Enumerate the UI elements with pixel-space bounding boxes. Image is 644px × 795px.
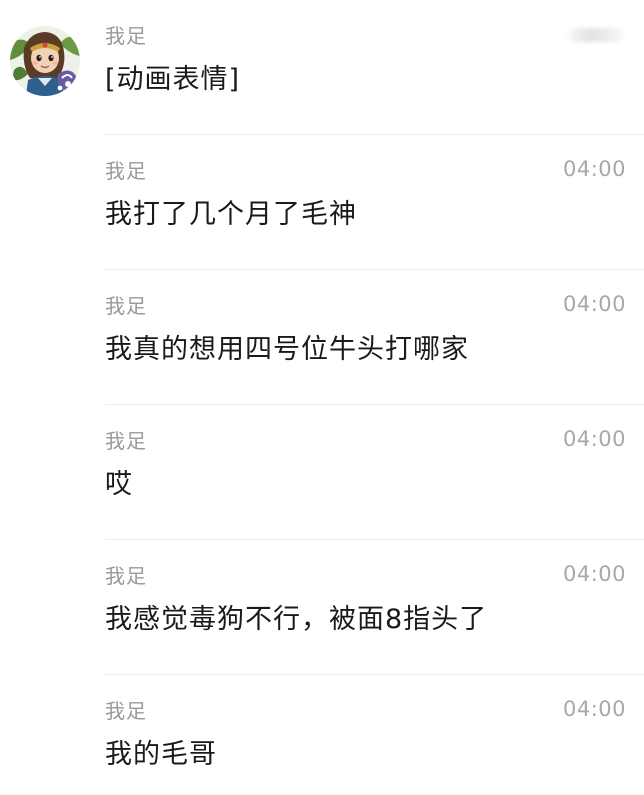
- sender-name: 我足: [105, 429, 147, 453]
- message-row-5[interactable]: 我足 04:00 我感觉毒狗不行，被面8指头了: [0, 540, 644, 675]
- timestamp: 04:00: [562, 427, 626, 451]
- message-text: 我真的想用四号位牛头打哪家: [105, 334, 469, 365]
- message-row-6[interactable]: 我足 04:00 我的毛哥: [0, 675, 644, 795]
- timestamp: 04:00: [562, 562, 626, 586]
- message-text: [动画表情]: [105, 64, 241, 95]
- sender-name: 我足: [105, 564, 147, 588]
- message-text: 我打了几个月了毛神: [105, 199, 357, 230]
- message-row-4[interactable]: 我足 04:00 哎: [0, 405, 644, 540]
- timestamp-blurred: [568, 28, 624, 42]
- sender-name: 我足: [105, 294, 147, 318]
- timestamp: 04:00: [562, 292, 626, 316]
- message-text: 哎: [105, 469, 133, 500]
- sender-name: 我足: [105, 159, 147, 183]
- message-text: 我的毛哥: [105, 739, 217, 770]
- message-row-1[interactable]: 我足 [动画表情]: [0, 0, 644, 135]
- message-row-2[interactable]: 我足 04:00 我打了几个月了毛神: [0, 135, 644, 270]
- sender-name: 我足: [105, 24, 147, 48]
- timestamp: 04:00: [562, 697, 626, 721]
- timestamp: 04:00: [562, 157, 626, 181]
- message-text: 我感觉毒狗不行，被面8指头了: [105, 604, 488, 635]
- sender-name: 我足: [105, 699, 147, 723]
- message-row-3[interactable]: 我足 04:00 我真的想用四号位牛头打哪家: [0, 270, 644, 405]
- chat-message-list: 我足 [动画表情] 我足 04:00 我打了几个月了毛神 我足 04:00 我真…: [0, 0, 644, 795]
